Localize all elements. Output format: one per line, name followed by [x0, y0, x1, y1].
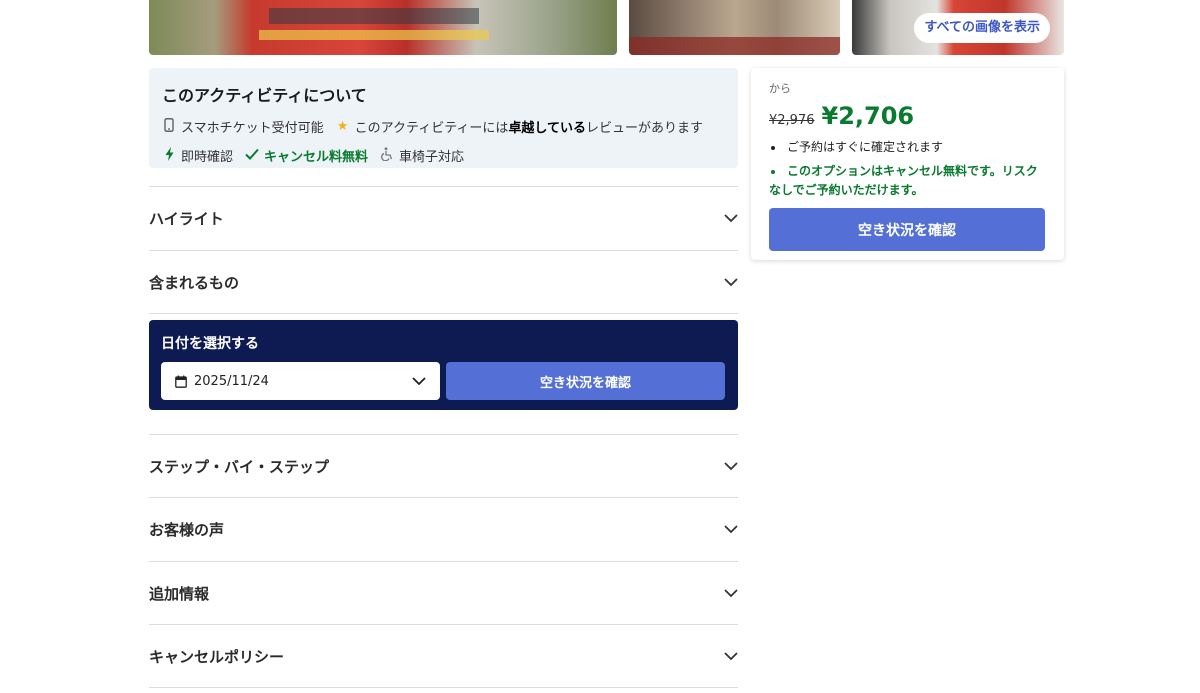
- feature-excellent-reviews: ★ このアクティビティーには 卓越している レビューがあります: [336, 117, 703, 136]
- current-price: ¥2,706: [821, 102, 915, 130]
- feature-text: 即時確認: [181, 150, 234, 165]
- date-select-value: 2025/11/24: [175, 374, 269, 389]
- feature-wheelchair: 車椅子対応: [380, 146, 464, 165]
- photo-detail: [259, 30, 489, 40]
- show-all-images-button[interactable]: すべての画像を表示: [914, 13, 1050, 43]
- feature-text: キャンセル料無料: [264, 150, 369, 165]
- feature-text: 車椅子対応: [399, 150, 465, 165]
- feature-text: スマホチケット受付可能: [181, 121, 324, 136]
- chevron-down-icon: [724, 276, 738, 290]
- divider: [149, 687, 738, 688]
- price-line: ¥2,976 ¥2,706: [769, 102, 1046, 130]
- photo-detail: [629, 37, 840, 55]
- price-card: から ¥2,976 ¥2,706 ご予約はすぐに確定されます このオプションはキ…: [751, 68, 1064, 260]
- date-select-dropdown[interactable]: 2025/11/24: [161, 362, 440, 400]
- accordion-title: ハイライト: [149, 210, 224, 228]
- chevron-down-icon: [724, 650, 738, 664]
- feature-text-pre: このアクティビティーには: [354, 121, 509, 136]
- accordion-title: 含まれるもの: [149, 274, 240, 292]
- date-selection-panel: 日付を選択する 2025/11/24 空き状況を確認: [149, 320, 738, 410]
- selected-date: 2025/11/24: [194, 373, 269, 389]
- chevron-down-icon: [724, 212, 738, 226]
- lightning-bolt-icon: [162, 146, 176, 165]
- gallery-photo-bus-front[interactable]: すべての画像を表示: [852, 0, 1064, 55]
- accordion-reviews[interactable]: お客様の声: [149, 497, 738, 561]
- accordion-step-by-step[interactable]: ステップ・バイ・ステップ: [149, 434, 738, 498]
- accordion-highlights[interactable]: ハイライト: [149, 186, 738, 250]
- about-activity-box: このアクティビティについて スマホチケット受付可能 ★ このアクティビティーには…: [149, 68, 738, 168]
- date-panel-title: 日付を選択する: [161, 336, 259, 352]
- feature-row-2: 即時確認 キャンセル料無料 車椅子対応: [162, 146, 725, 165]
- feature-text-post: レビューがあります: [586, 121, 704, 136]
- check-availability-button[interactable]: 空き状況を確認: [769, 208, 1045, 251]
- accordion-cancellation-policy[interactable]: キャンセルポリシー: [149, 624, 738, 688]
- chevron-down-icon: [724, 523, 738, 537]
- benefit-free-cancellation: このオプションはキャンセル無料です。リスクなしでご予約いただけます。: [769, 162, 1046, 200]
- accordion-title: 追加情報: [149, 585, 210, 603]
- feature-free-cancellation: キャンセル料無料: [245, 146, 368, 165]
- chevron-down-icon: [412, 374, 426, 388]
- star-icon: ★: [336, 119, 349, 134]
- accordion-included[interactable]: 含まれるもの: [149, 250, 738, 314]
- divider: [149, 313, 738, 314]
- chevron-down-icon: [724, 460, 738, 474]
- original-price: ¥2,976: [769, 113, 815, 128]
- accordion-additional-info[interactable]: 追加情報: [149, 561, 738, 625]
- check-availability-button[interactable]: 空き状況を確認: [446, 362, 725, 400]
- feature-instant-confirm: 即時確認: [162, 146, 233, 165]
- photo-gallery: すべての画像を表示: [149, 0, 1064, 55]
- wheelchair-icon: [380, 146, 394, 165]
- benefit-instant-confirm: ご予約はすぐに確定されます: [769, 138, 1046, 157]
- feature-row-1: スマホチケット受付可能 ★ このアクティビティーには 卓越している レビューがありま…: [162, 117, 725, 136]
- price-benefits: ご予約はすぐに確定されます このオプションはキャンセル無料です。リスクなしでご予…: [769, 138, 1046, 200]
- calendar-icon: [175, 375, 187, 388]
- feature-text-bold: 卓越している: [508, 121, 587, 136]
- accordion-title: キャンセルポリシー: [149, 648, 285, 666]
- accordion-title: ステップ・バイ・ステップ: [149, 458, 330, 476]
- checkmark-icon: [245, 148, 259, 164]
- gallery-photo-bus-street[interactable]: [149, 0, 617, 55]
- feature-mobile-ticket: スマホチケット受付可能: [162, 117, 324, 136]
- date-row: 2025/11/24 空き状況を確認: [161, 362, 726, 400]
- photo-detail: [269, 8, 479, 24]
- accordion-title: お客様の声: [149, 521, 225, 539]
- from-label: から: [769, 82, 791, 95]
- about-title: このアクティビティについて: [162, 86, 367, 105]
- chevron-down-icon: [724, 587, 738, 601]
- gallery-photo-upper-deck[interactable]: [629, 0, 840, 55]
- mobile-phone-icon: [162, 117, 176, 136]
